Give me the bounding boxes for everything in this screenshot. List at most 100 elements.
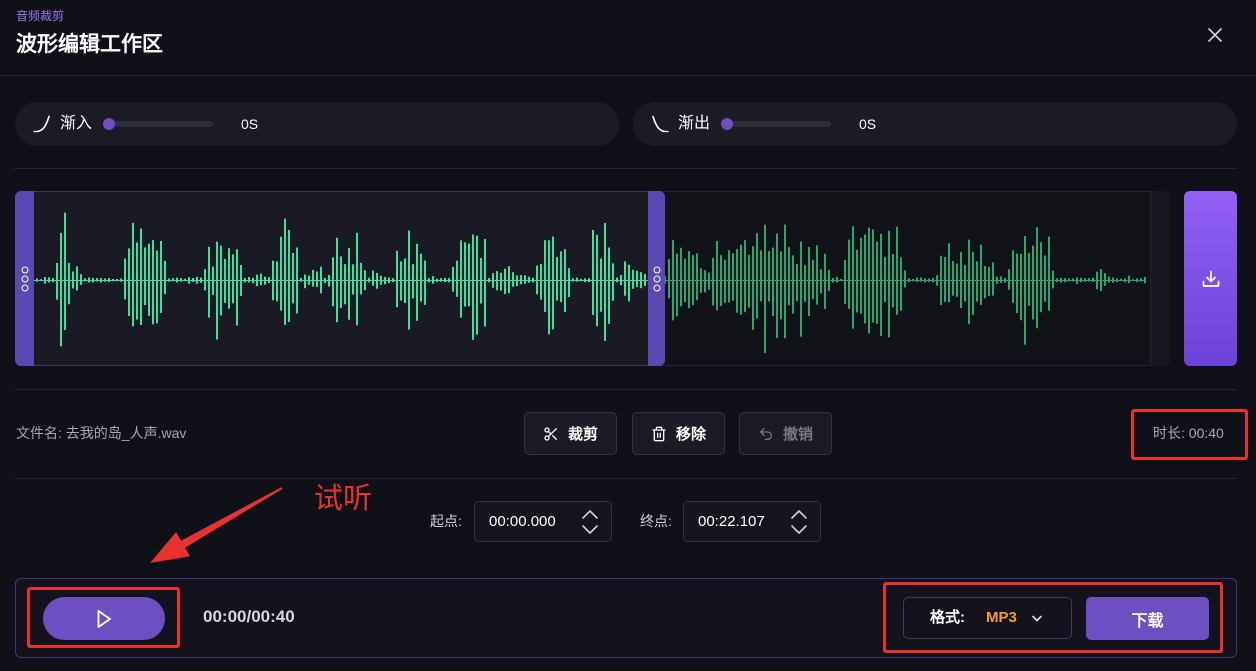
waveform-bar: [36, 278, 38, 282]
waveform-bar: [124, 258, 126, 300]
download-button[interactable]: 下载: [1086, 597, 1209, 640]
fade-in-slider-knob[interactable]: [103, 118, 115, 130]
waveform-bar: [948, 243, 950, 303]
waveform-bar: [88, 277, 90, 283]
waveform-bar: [200, 277, 202, 283]
waveform-bar: [260, 273, 262, 286]
waveform-bar: [152, 240, 154, 325]
waveform-bar: [684, 258, 686, 302]
waveform-bar: [300, 278, 302, 282]
waveform-bar: [368, 277, 370, 283]
play-button[interactable]: [43, 597, 165, 640]
waveform-bar: [1140, 278, 1142, 282]
fade-in-slider[interactable]: [103, 118, 213, 130]
waveform-bar: [516, 275, 518, 287]
waveform-bar: [844, 260, 846, 304]
waveform-bar: [328, 274, 330, 287]
waveform-bar: [900, 257, 902, 311]
waveform-bar: [672, 240, 674, 321]
waveform-bar: [268, 277, 270, 283]
waveform-bar: [224, 258, 226, 303]
waveform-bar: [896, 226, 898, 315]
waveform-bar: [744, 240, 746, 313]
waveform-bar: [1088, 278, 1090, 282]
waveform-bar: [272, 260, 274, 301]
waveform-bar: [876, 241, 878, 324]
waveform-bar: [64, 212, 66, 330]
waveform-bar: [1000, 276, 1002, 283]
waveform-bar: [480, 258, 482, 304]
waveform-editor[interactable]: [15, 191, 1170, 366]
waveform-bar: [1144, 276, 1146, 284]
waveform-bar: [160, 241, 162, 313]
waveform-bar: [1028, 253, 1030, 306]
waveform-bar: [264, 276, 266, 285]
waveform-bar: [408, 230, 410, 330]
stepper-icon[interactable]: [790, 507, 808, 537]
waveform-bar: [484, 239, 486, 327]
annotation-callout: 试听: [314, 483, 373, 515]
waveform-bar: [968, 239, 970, 325]
waveform-bar: [604, 223, 606, 341]
waveform-bar: [772, 247, 774, 317]
waveform-bar: [108, 278, 110, 282]
waveform-bar: [828, 269, 830, 291]
waveform-bar: [396, 250, 398, 308]
waveform-bar: [136, 242, 138, 320]
start-time-input[interactable]: 00:00.000: [474, 501, 612, 542]
waveform-bar: [528, 276, 530, 283]
file-name: 文件名: 去我的岛_人声.wav: [16, 424, 186, 442]
waveform-bar: [972, 251, 974, 315]
cut-button[interactable]: 裁剪: [524, 412, 617, 455]
fade-out-slider[interactable]: [721, 118, 831, 130]
download-selection-button[interactable]: [1184, 191, 1237, 366]
waveform-bar: [536, 265, 538, 295]
waveform-bar: [868, 227, 870, 334]
end-time-input[interactable]: 00:22.107: [683, 501, 821, 542]
waveform-bar: [472, 234, 474, 340]
waveform-bar: [688, 251, 690, 309]
end-time-value[interactable]: 00:22.107: [698, 501, 765, 542]
format-dropdown[interactable]: 格式: MP3: [903, 597, 1072, 639]
waveform-bar: [104, 278, 106, 282]
grip-dots-icon: [21, 266, 28, 291]
waveform-bar: [1068, 278, 1070, 282]
waveform-bar: [156, 250, 158, 324]
format-label: 格式:: [930, 609, 965, 626]
waveform-bar: [1036, 227, 1038, 329]
waveform-bar: [460, 240, 462, 318]
waveform-bar: [836, 276, 838, 283]
waveform-bar: [120, 278, 122, 282]
waveform-bar: [756, 233, 758, 319]
start-time-value[interactable]: 00:00.000: [489, 501, 556, 542]
waveform-bar: [952, 261, 954, 296]
waveform-bar: [288, 229, 290, 322]
selection-end-handle[interactable]: [648, 191, 666, 366]
stepper-icon[interactable]: [581, 507, 599, 537]
waveform-bar: [92, 277, 94, 283]
modal-title: 波形编辑工作区: [16, 33, 163, 56]
waveform-bar: [716, 241, 718, 311]
undo-button[interactable]: 撤销: [739, 412, 832, 455]
remove-button[interactable]: 移除: [632, 412, 725, 455]
waveform-bar: [380, 275, 382, 285]
fade-out-slider-knob[interactable]: [721, 118, 733, 130]
waveform-bar: [780, 251, 782, 320]
waveform-bar: [708, 272, 710, 290]
close-button[interactable]: [1207, 27, 1223, 43]
modal-eyebrow: 音频裁剪: [16, 9, 65, 23]
waveform-bar: [248, 277, 250, 283]
file-name-label: 文件名:: [16, 425, 62, 441]
waveform-bar: [1064, 278, 1066, 283]
waveform-bar: [1044, 255, 1046, 302]
waveform-bar: [72, 271, 74, 289]
waveform-bar: [500, 272, 502, 291]
waveform-bar: [400, 261, 402, 301]
undo-icon: [759, 427, 772, 440]
selection-start-handle[interactable]: [15, 191, 34, 366]
waveform-bar: [600, 258, 602, 312]
waveform-bar: [824, 253, 826, 310]
fade-in-label: 渐入: [60, 115, 93, 132]
waveform-bar: [608, 247, 610, 324]
section-divider: [15, 478, 1237, 479]
